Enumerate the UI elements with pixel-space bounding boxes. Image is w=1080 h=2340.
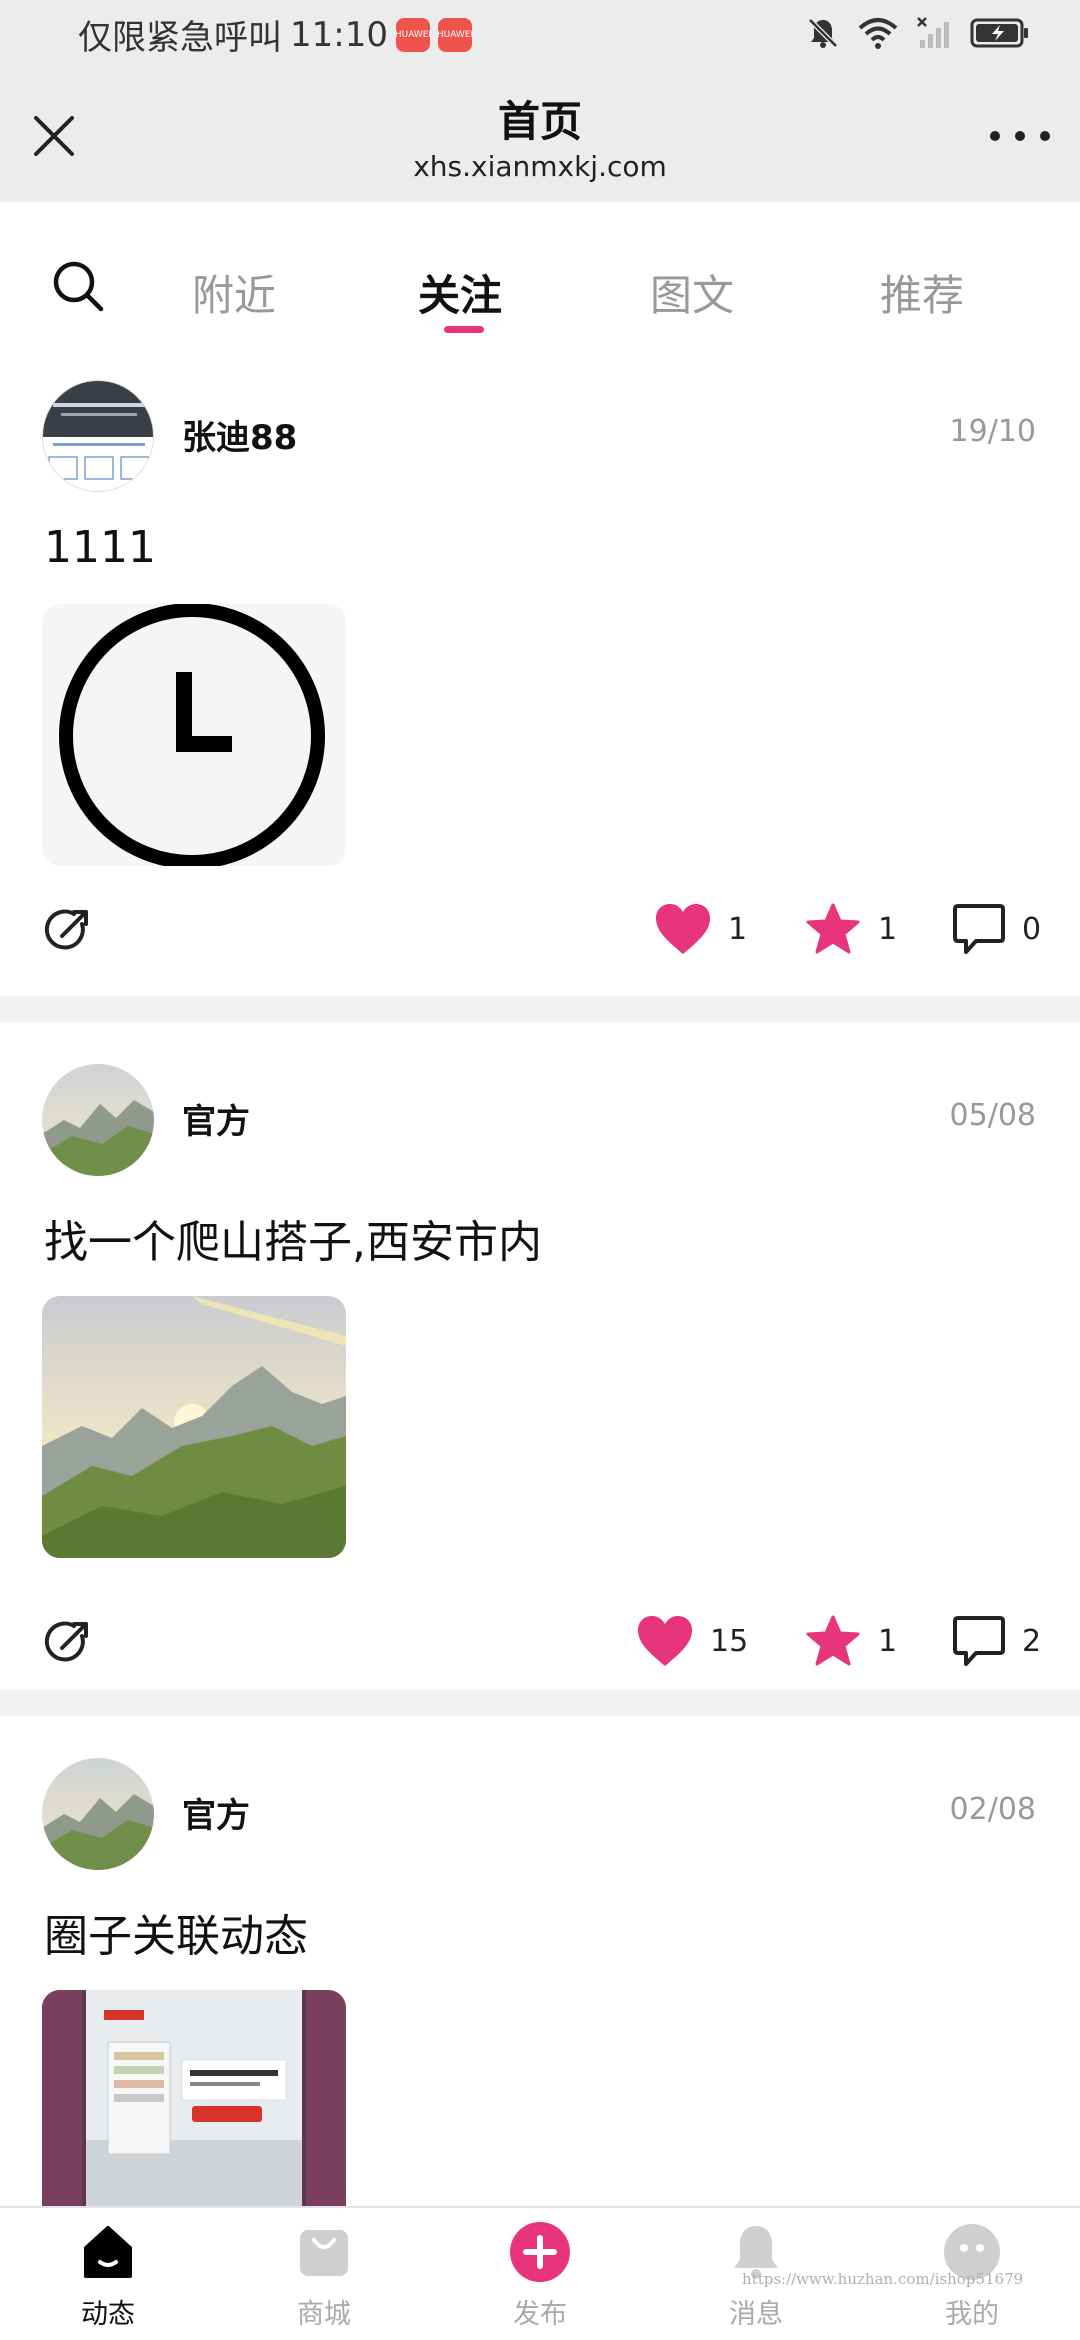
share-icon[interactable] [42, 1614, 96, 1668]
avatar[interactable] [42, 1064, 154, 1176]
tab-following[interactable]: 关注 [418, 262, 502, 323]
clock-time: 11:10 [290, 14, 388, 55]
post-text: 找一个爬山搭子,西安市内 [44, 1217, 542, 1268]
feed-post[interactable]: 官方 05/08 找一个爬山搭子,西安市内 15 1 2 [0, 1022, 1080, 1690]
huawei-notification-icon: HUAWEI [437, 17, 473, 52]
status-bar: 仅限紧急呼叫 11:10 HUAWEI HUAWEI [0, 0, 1080, 72]
more-dots-icon[interactable] [990, 126, 1050, 146]
heart-icon [638, 1616, 692, 1666]
post-image-mountain[interactable] [42, 1296, 346, 1558]
favorite-button[interactable]: 1 [804, 902, 897, 956]
watermark-text: https://www.huzhan.com/ishop51679 [742, 2270, 1024, 2288]
shopping-bag-icon [300, 2230, 348, 2276]
status-left: 仅限紧急呼叫 11:10 HUAWEI HUAWEI [78, 10, 473, 59]
like-count: 1 [728, 911, 748, 947]
like-count: 15 [710, 1623, 749, 1659]
page-url: xhs.xianmxkj.com [413, 150, 667, 183]
publish-plus-icon [510, 2222, 570, 2282]
avatar[interactable] [42, 1758, 154, 1870]
huawei-notification-icon: HUAWEI [395, 17, 431, 52]
active-tab-indicator [444, 326, 484, 333]
star-icon [806, 1615, 860, 1666]
like-button[interactable]: 1 [654, 902, 747, 956]
comment-button[interactable]: 2 [952, 1614, 1041, 1668]
comment-count: 0 [1022, 911, 1042, 947]
heart-icon [656, 904, 710, 954]
carrier-text: 仅限紧急呼叫 [78, 18, 282, 58]
feed-tabs: 附近 关注 图文 推荐 [0, 202, 1080, 352]
home-icon [84, 2226, 132, 2278]
tab-image-text[interactable]: 图文 [650, 262, 734, 323]
tabbar-item-dynamics[interactable]: 动态 [48, 2222, 168, 2331]
share-icon[interactable] [42, 902, 96, 956]
post-separator [0, 1690, 1080, 1716]
status-icons [806, 16, 1030, 50]
comment-button[interactable]: 0 [952, 902, 1041, 956]
comment-icon [953, 1616, 1005, 1666]
favorite-button[interactable]: 1 [804, 1614, 897, 1668]
post-text: 圈子关联动态 [44, 1911, 308, 1962]
tabbar-label: 我的 [945, 2299, 999, 2330]
post-username[interactable]: 张迪88 [182, 410, 297, 459]
tabbar-label: 动态 [81, 2299, 135, 2330]
post-date: 02/08 [949, 1792, 1036, 1827]
tabbar-label: 发布 [513, 2299, 567, 2330]
post-date: 19/10 [949, 414, 1036, 449]
tabbar-item-mall[interactable]: 商城 [264, 2222, 384, 2331]
post-username[interactable]: 官方 [182, 1788, 250, 1837]
comment-count: 2 [1022, 1623, 1042, 1659]
post-username[interactable]: 官方 [182, 1094, 250, 1143]
tabbar-label: 商城 [297, 2299, 351, 2330]
avatar[interactable] [42, 380, 154, 492]
post-separator [0, 996, 1080, 1022]
feed-post[interactable]: 张迪88 19/10 1111 1 1 0 [0, 352, 1080, 996]
post-date: 05/08 [949, 1098, 1036, 1133]
comment-icon [953, 904, 1005, 954]
mute-bell-icon [808, 18, 838, 48]
favorite-count: 1 [878, 911, 898, 947]
tabbar-item-publish[interactable]: 发布 [480, 2222, 600, 2331]
nav-bar: 首页 xhs.xianmxkj.com [0, 72, 1080, 202]
feed-post[interactable]: 官方 02/08 圈子关联动态 [0, 1716, 1080, 2206]
tabbar-label: 消息 [729, 2299, 783, 2330]
page-title: 首页 [497, 97, 582, 146]
post-image-clock[interactable] [42, 604, 346, 866]
wifi-icon [858, 18, 898, 49]
like-button[interactable]: 15 [636, 1614, 748, 1668]
tab-recommended[interactable]: 推荐 [880, 262, 964, 323]
battery-charging-icon [970, 18, 1028, 48]
search-icon[interactable] [50, 258, 106, 314]
tab-nearby[interactable]: 附近 [192, 262, 276, 323]
post-text: 1111 [44, 522, 156, 573]
favorite-count: 1 [878, 1623, 898, 1659]
no-signal-icon [917, 17, 949, 48]
star-icon [806, 903, 860, 954]
post-image-product-promo[interactable] [42, 1990, 346, 2206]
